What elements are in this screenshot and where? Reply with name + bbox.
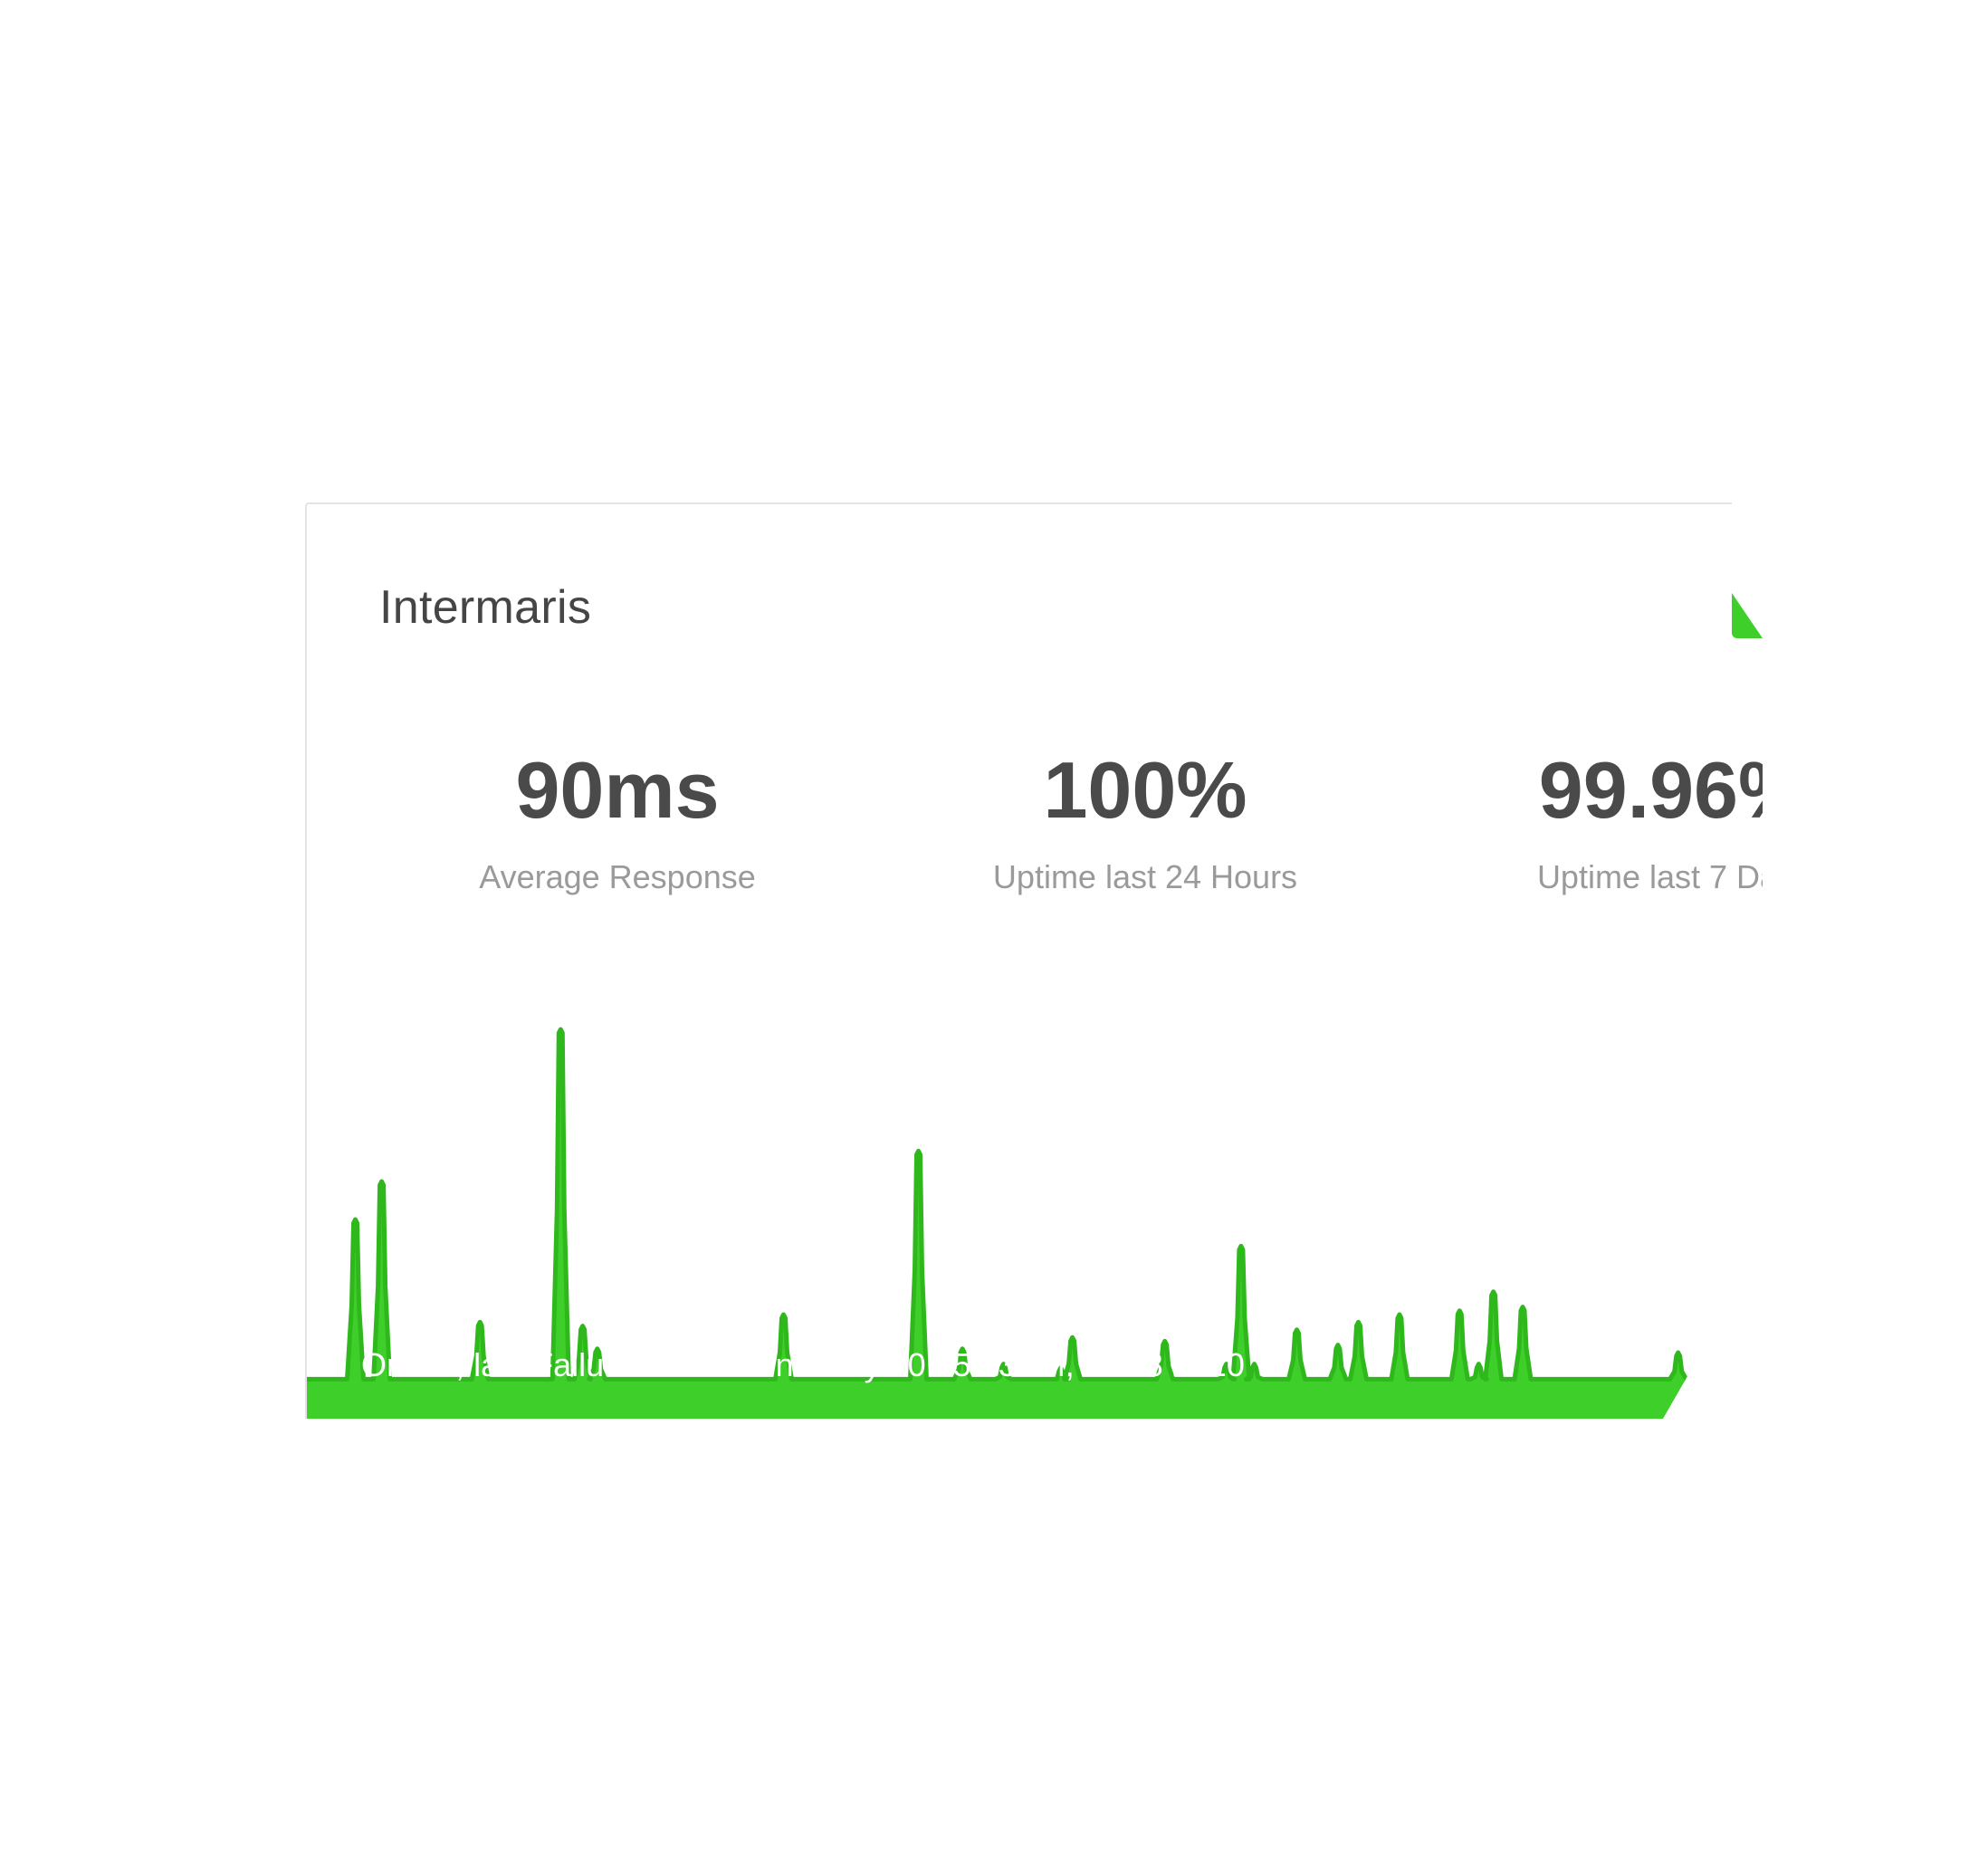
last-failure-message: Online, last Failure was Wednesday 10:15… bbox=[361, 1346, 1245, 1383]
stat-label: Average Response bbox=[479, 858, 756, 895]
stat-value: 100% bbox=[1043, 745, 1247, 835]
monitor-card[interactable]: Intermaris Online 90ms Average Response … bbox=[305, 502, 1775, 1419]
stat-label: Uptime last 24 Hours bbox=[992, 858, 1298, 895]
stat-value: 99.96% bbox=[1538, 745, 1763, 835]
stat-average-response: 90ms Average Response bbox=[382, 747, 853, 895]
stat-uptime-7d: 99.96% Uptime last 7 Days bbox=[1438, 745, 1775, 895]
chart-series-line bbox=[307, 1027, 1763, 1382]
stat-uptime-24h: 100% Uptime last 24 Hours bbox=[910, 747, 1381, 895]
stat-value: 90ms bbox=[515, 745, 720, 835]
screenshot-stage: Intermaris Online 90ms Average Response … bbox=[0, 0, 1988, 1865]
stat-label: Uptime last 7 Days bbox=[1536, 858, 1775, 895]
monitor-name[interactable]: Intermaris bbox=[379, 580, 591, 635]
